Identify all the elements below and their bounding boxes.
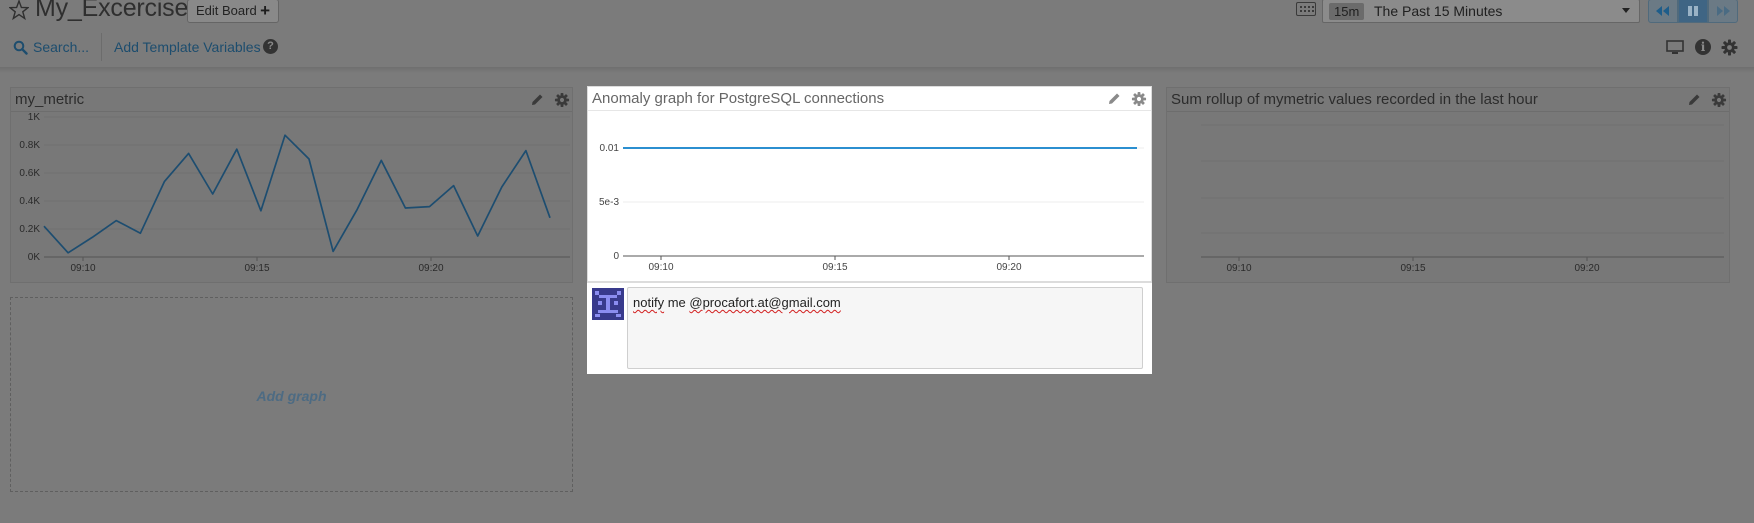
fast-forward-button[interactable] [1708,0,1738,23]
x-tick-label: 09:15 [244,263,269,274]
search-icon[interactable] [13,40,28,55]
pencil-icon[interactable] [529,92,545,108]
title-bar: My_Excercise Edit Board + 15m The Past 1… [0,0,1754,26]
toolbar-divider [101,33,102,61]
y-tick-label: 0 [613,251,619,262]
fast-forward-icon [1717,6,1730,16]
series-line [43,134,551,254]
widget-title: Anomaly graph for PostgreSQL connections [592,90,885,107]
board-title: My_Excercise [35,0,189,22]
y-tick-label: 1K [28,113,41,123]
add-graph-placeholder[interactable]: Add graph [10,297,573,492]
edit-board-label: Edit Board [196,3,257,18]
y-tick-label: 0.2K [19,224,40,235]
widget-title: my_metric [15,91,85,108]
x-tick-label: 09:15 [822,262,847,273]
avatar [592,288,624,320]
my-metric-chart: 0K 0.2K 0.4K 0.6K 0.8K 1K 09:10 09:15 09:20 [19,113,570,274]
x-tick-label: 09:10 [648,262,673,273]
x-tick-label: 09:20 [418,263,443,274]
x-tick-label: 09:20 [1574,263,1599,274]
widget-title: Sum rollup of mymetric values recorded i… [1171,91,1538,108]
rewind-icon [1656,6,1669,16]
x-tick-label: 09:10 [70,263,95,274]
widget-anomaly-graph[interactable]: Anomaly graph for PostgreSQL connections… [587,86,1152,282]
comment-word-notify: notify [633,295,665,310]
pause-button[interactable] [1678,0,1708,23]
widget-sum-rollup[interactable]: Sum rollup of mymetric values recorded i… [1166,87,1730,283]
chevron-down-icon [1622,8,1630,13]
y-tick-label: 0.8K [19,140,40,151]
comment-handle: @procafort.at@gmail.com [689,295,841,310]
sum-rollup-chart: 09:10 09:15 09:20 [1201,124,1724,274]
anomaly-chart: 0 5e-3 0.01 09:10 09:15 09:20 [599,143,1144,273]
comment-word-me: me [664,295,690,310]
widget-my-metric[interactable]: my_metric 0K 0.2K 0.4K 0.6K 0.8K 1K 09:10 09:15… [10,87,573,283]
gear-icon[interactable] [1131,91,1147,107]
y-tick-label: 0.4K [19,196,40,207]
timeframe-badge: 15m [1329,3,1365,20]
dashboard-toolbar: Search... Add Template Variables ? i [0,33,1754,61]
gear-icon[interactable] [554,92,570,108]
widget-header [11,88,572,112]
add-graph-label[interactable]: Add graph [11,388,572,404]
pencil-icon[interactable] [1686,92,1702,108]
gear-icon[interactable] [1721,39,1738,56]
add-template-variables-link[interactable]: Add Template Variables [114,39,261,55]
pause-icon [1688,6,1698,16]
y-tick-label: 0.6K [19,168,40,179]
gear-icon[interactable] [1711,92,1727,108]
edit-board-button[interactable]: Edit Board + [187,0,279,23]
comment-input[interactable]: notify me @procafort.at@gmail.com [627,287,1143,369]
info-icon[interactable]: i [1695,39,1711,55]
y-tick-label: 0.01 [600,143,620,154]
keyboard-icon[interactable] [1296,2,1316,16]
plus-icon: + [260,1,270,20]
y-tick-label: 5e-3 [599,197,619,208]
x-tick-label: 09:10 [1226,263,1251,274]
help-icon[interactable]: ? [263,39,278,54]
y-tick-label: 0K [28,252,41,263]
tv-mode-icon[interactable] [1666,40,1684,55]
x-tick-label: 09:15 [1400,263,1425,274]
rewind-button[interactable] [1648,0,1678,23]
x-tick-label: 09:20 [996,262,1021,273]
search-link[interactable]: Search... [33,39,89,55]
timeframe-select[interactable]: 15m The Past 15 Minutes [1322,0,1640,23]
pencil-icon[interactable] [1106,91,1122,107]
toolbar-shadow [0,67,1754,73]
star-icon[interactable] [9,0,29,22]
timeframe-label: The Past 15 Minutes [1374,3,1503,19]
widget-comment: notify me @procafort.at@gmail.com [587,282,1152,374]
